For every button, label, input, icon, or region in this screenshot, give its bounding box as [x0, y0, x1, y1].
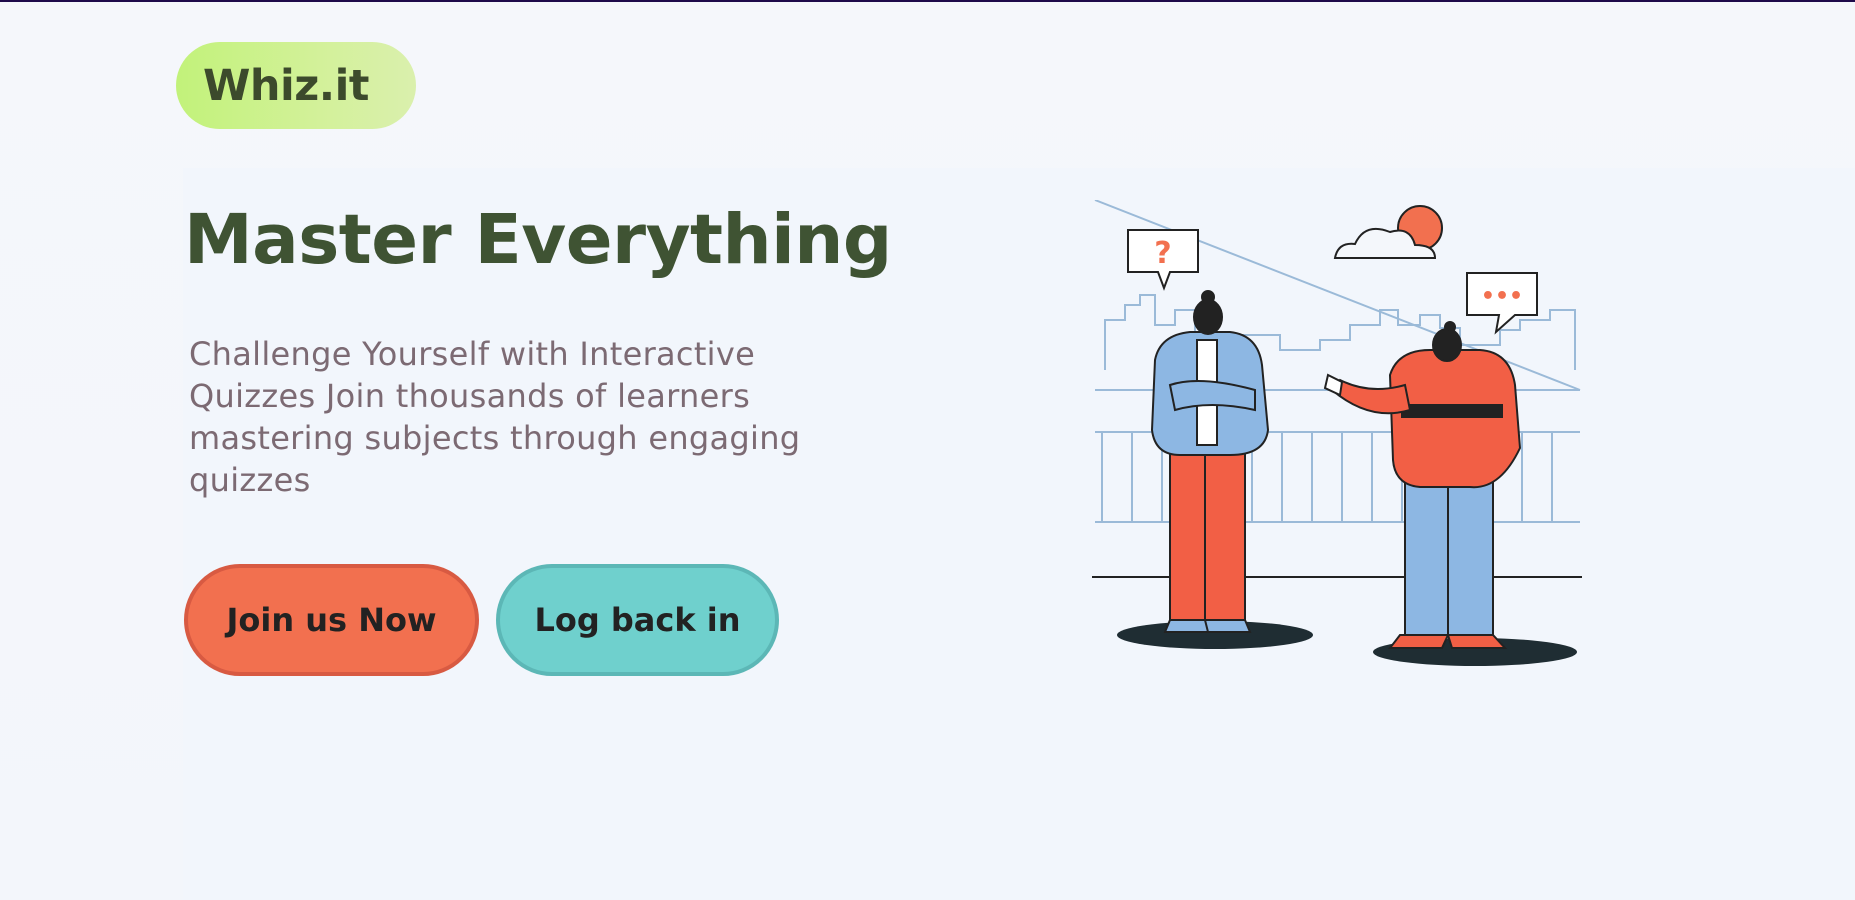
page-title: Master Everything: [184, 200, 892, 280]
ellipsis-dots: •••: [1481, 284, 1523, 309]
hero-subtitle: Challenge Yourself with Interactive Quiz…: [189, 335, 801, 499]
login-button[interactable]: Log back in: [496, 564, 779, 676]
hero-illustration: ? •••: [1092, 200, 1582, 666]
question-bubble: ?: [1127, 229, 1199, 291]
logo-text: Whiz.it: [203, 60, 369, 111]
speech-bubble: •••: [1466, 272, 1538, 335]
person-left: [1150, 290, 1270, 633]
top-border: [0, 0, 1855, 2]
login-button-label: Log back in: [534, 601, 741, 639]
landing-page: Whiz.it Master Everything Challenge Your…: [0, 0, 1855, 900]
join-button-label: Join us Now: [226, 601, 437, 639]
person-right: [1323, 321, 1522, 649]
logo[interactable]: Whiz.it: [176, 42, 416, 129]
join-button[interactable]: Join us Now: [184, 564, 479, 676]
question-mark: ?: [1154, 236, 1171, 271]
